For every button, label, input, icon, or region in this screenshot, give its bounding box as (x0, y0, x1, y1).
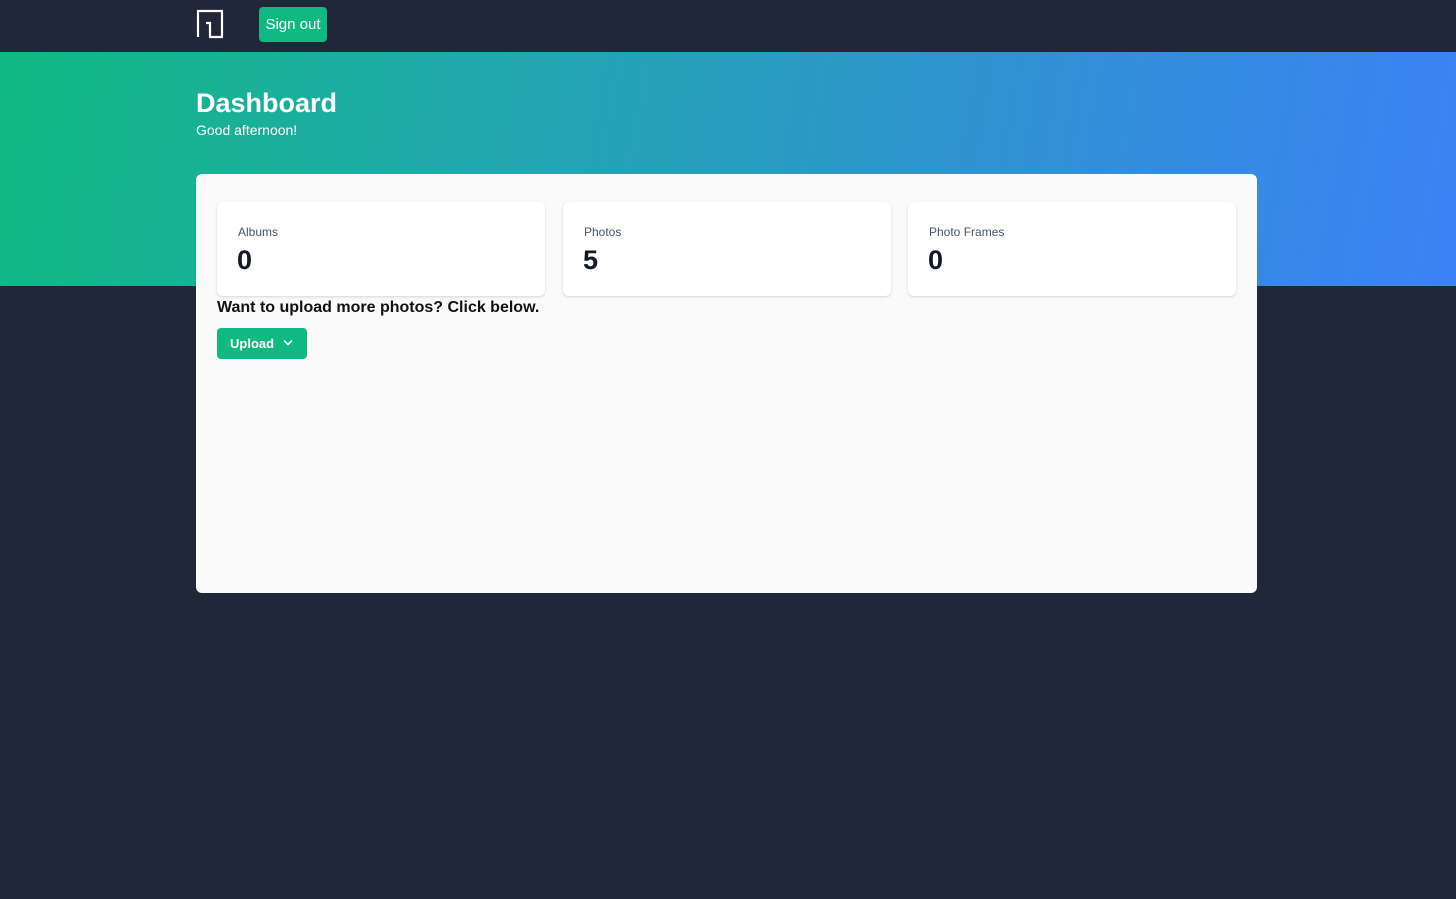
page-title: Dashboard (196, 88, 338, 118)
dashboard-panel: Albums 0 Photos 5 Photo Frames 0 Want to… (196, 174, 1257, 593)
top-navbar: Sign out (0, 0, 1456, 52)
greeting-text: Good afternoon! (196, 122, 298, 138)
chevron-down-icon (283, 340, 293, 346)
photos-stat-card[interactable]: Photos 5 (563, 202, 891, 296)
app-logo-icon[interactable] (196, 9, 224, 39)
upload-button-label: Upload (230, 336, 275, 351)
sign-out-button[interactable]: Sign out (259, 7, 327, 42)
photo-frames-stat-card[interactable]: Photo Frames 0 (908, 202, 1236, 296)
stat-label: Photo Frames (929, 225, 1005, 239)
stat-value: 0 (237, 245, 253, 275)
stat-value: 0 (928, 245, 944, 275)
stat-label: Albums (238, 225, 279, 239)
stat-value: 5 (583, 245, 599, 275)
upload-prompt-heading: Want to upload more photos? Click below. (217, 299, 540, 316)
upload-dropdown-button[interactable]: Upload (217, 328, 307, 359)
albums-stat-card[interactable]: Albums 0 (217, 202, 545, 296)
stat-label: Photos (584, 225, 622, 239)
